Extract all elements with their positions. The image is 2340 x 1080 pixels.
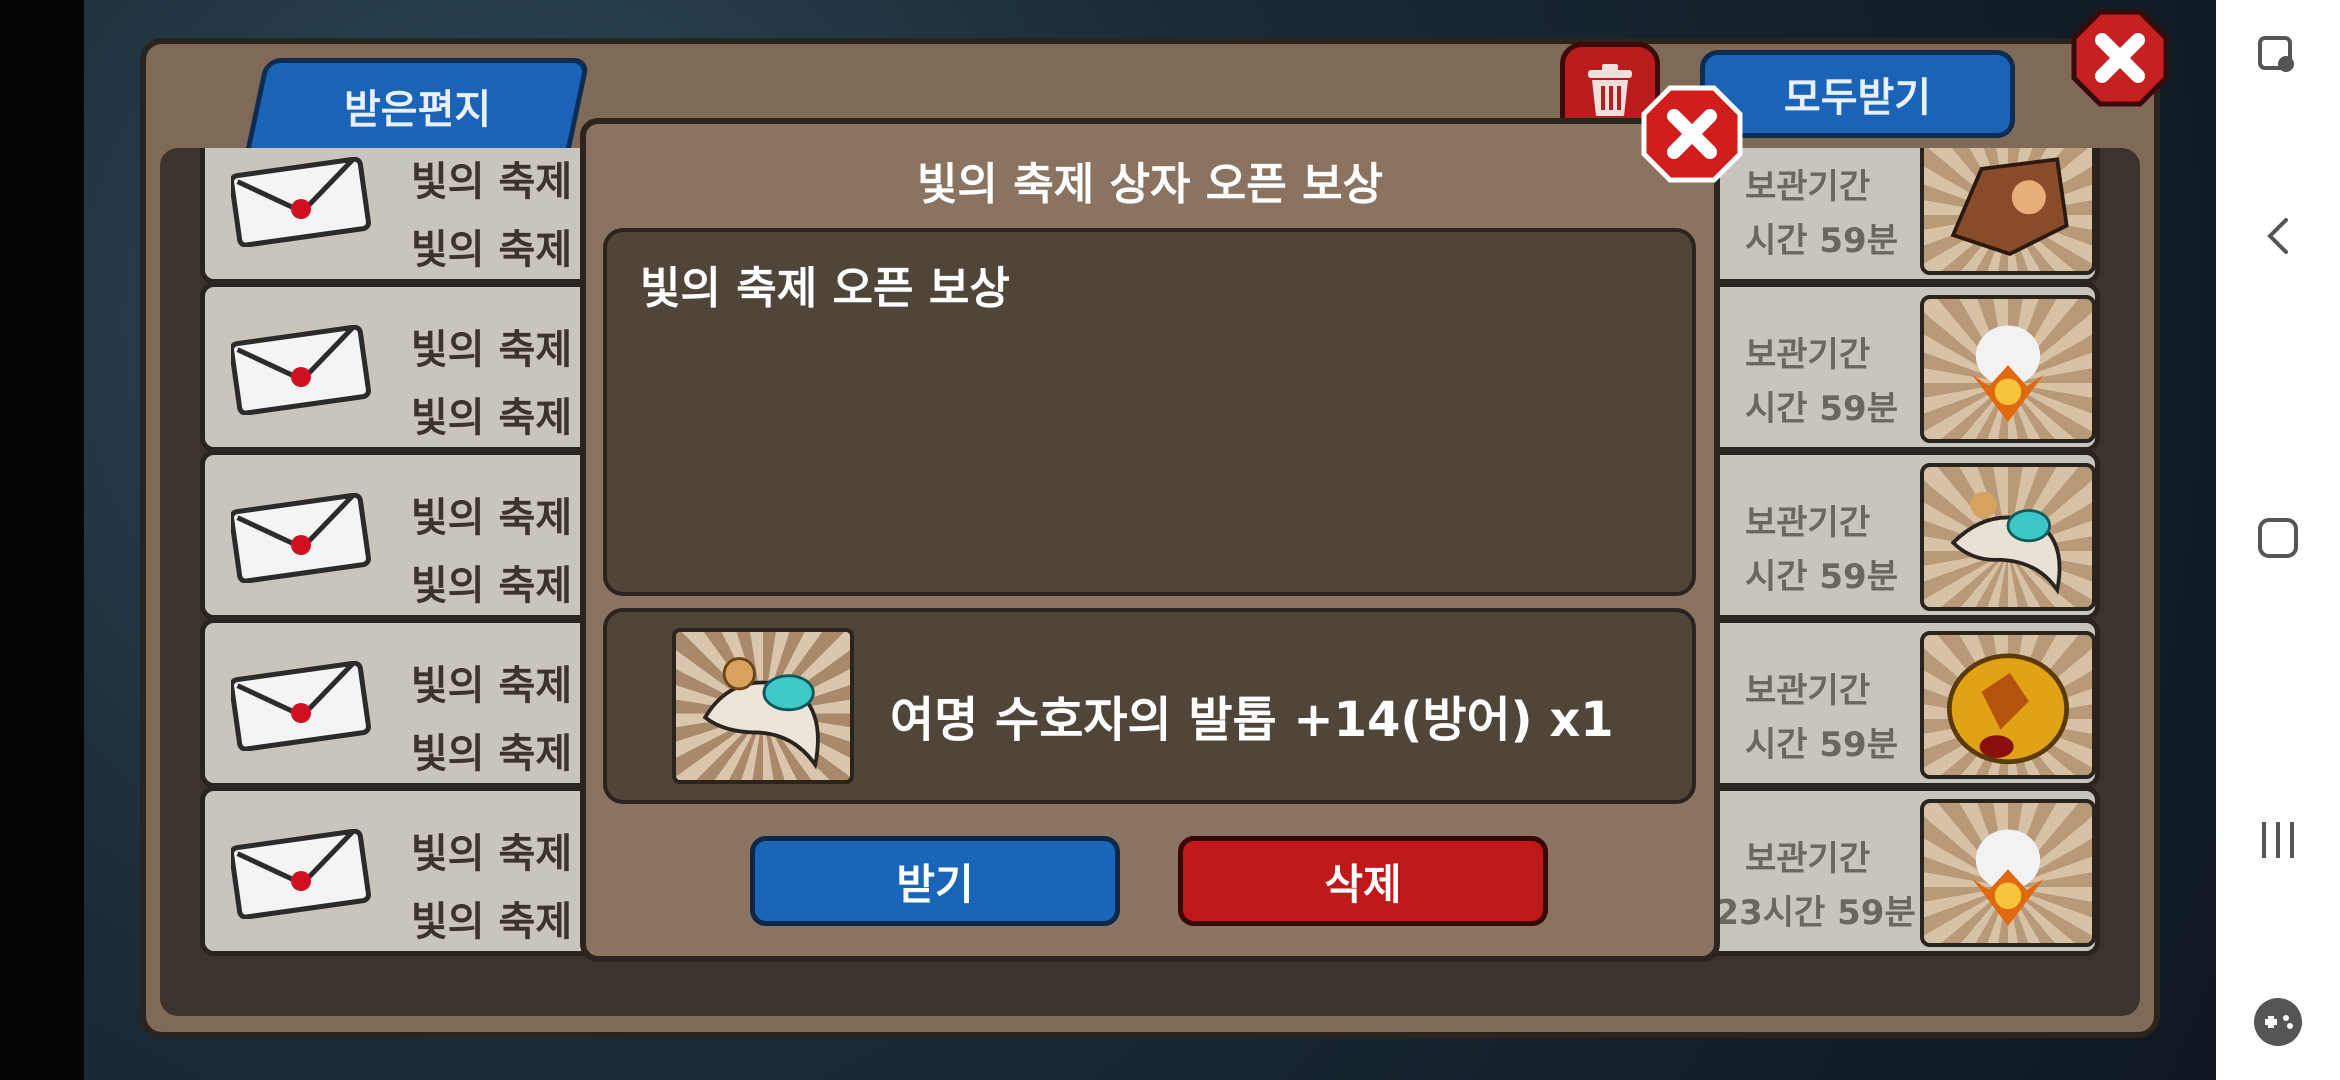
mail-subtitle: 빛의 축제	[411, 731, 573, 777]
recent-apps-icon[interactable]	[2250, 812, 2306, 868]
mail-subtitle: 빛의 축제	[411, 563, 573, 609]
dialog-title: 빛의 축제 상자 오픈 보상	[916, 159, 1384, 210]
message-text: 빛의 축제 오픈 보상	[640, 263, 1010, 314]
claw-item-icon	[672, 628, 854, 784]
mail-subtitle: 빛의 축제	[411, 227, 573, 273]
mail-title: 빛의 축제	[411, 663, 573, 709]
mail-title: 빛의 축제	[411, 495, 573, 541]
keep-period-time: 시간 59분	[1745, 557, 1898, 597]
tab-received-label: 받은편지	[343, 87, 492, 133]
reward-fire-egg-icon	[1920, 295, 2096, 443]
delete-button[interactable]: 삭제	[1178, 836, 1548, 926]
mail-envelope-icon	[231, 157, 371, 247]
mail-envelope-icon	[231, 829, 371, 919]
reward-claw-icon	[1920, 463, 2096, 611]
mail-envelope-icon	[231, 493, 371, 583]
keep-period-label: 보관기간	[1745, 335, 1871, 375]
back-icon[interactable]	[2250, 208, 2306, 264]
keep-period-time: 시간 59분	[1745, 725, 1898, 765]
mail-title: 빛의 축제	[411, 159, 573, 205]
game-tools-icon[interactable]	[2250, 994, 2306, 1050]
reward-gauntlet-icon	[1920, 148, 2096, 275]
left-black-area	[0, 0, 84, 1080]
keep-period-label: 보관기간	[1745, 671, 1871, 711]
trash-icon	[1588, 64, 1632, 116]
mail-envelope-icon	[231, 325, 371, 415]
close-mailbox-icon[interactable]	[2070, 8, 2170, 108]
mail-title: 빛의 축제	[411, 831, 573, 877]
receive-button-label: 받기	[896, 859, 974, 909]
delete-button-label: 삭제	[1324, 859, 1402, 909]
keep-period-time: 시간 59분	[1745, 389, 1898, 429]
keep-period-label: 보관기간	[1745, 839, 1871, 879]
home-icon[interactable]	[2250, 510, 2306, 566]
mail-subtitle: 빛의 축제	[411, 395, 573, 441]
reward-item-name: 여명 수호자의 발톱 +14(방어) x1	[890, 692, 1614, 748]
reward-golden-egg-icon	[1920, 631, 2096, 779]
keep-period-label: 보관기간	[1745, 503, 1871, 543]
receive-all-label: 모두받기	[1783, 75, 1932, 121]
receive-all-button[interactable]: 모두받기	[1700, 50, 2015, 138]
mail-envelope-icon	[231, 661, 371, 751]
tab-received-mail[interactable]: 받은편지	[244, 58, 591, 154]
screen-pin-icon[interactable]	[2250, 28, 2306, 84]
mail-title: 빛의 축제	[411, 327, 573, 373]
receive-button[interactable]: 받기	[750, 836, 1120, 926]
keep-period-label: 보관기간	[1745, 167, 1871, 207]
keep-period-time: 시간 59분	[1745, 221, 1898, 261]
reward-fire-egg-icon	[1920, 799, 2096, 947]
